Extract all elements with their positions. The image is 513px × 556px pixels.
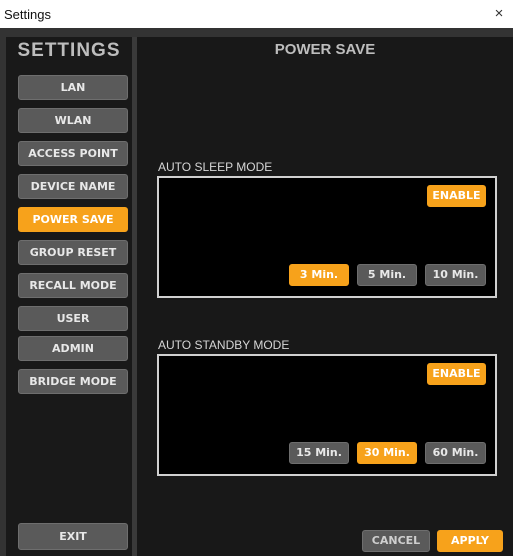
sidebar-item-lan[interactable]: LAN: [18, 75, 128, 100]
sidebar-item-group-reset[interactable]: GROUP RESET: [18, 240, 128, 265]
sidebar-item-wlan[interactable]: WLAN: [18, 108, 128, 133]
sidebar-item-power-save[interactable]: POWER SAVE: [18, 207, 128, 232]
sidebar-item-device-name[interactable]: DEVICE NAME: [18, 174, 128, 199]
page-title: POWER SAVE: [274, 41, 376, 58]
auto-sleep-10min-button[interactable]: 10 Min.: [425, 264, 486, 286]
window-titlebar: Settings ×: [0, 0, 513, 28]
sidebar-item-access-point[interactable]: ACCESS POINT: [18, 141, 128, 166]
auto-standby-60min-button[interactable]: 60 Min.: [425, 442, 486, 464]
close-icon[interactable]: ×: [491, 5, 507, 22]
cancel-button[interactable]: CANCEL: [362, 530, 430, 552]
auto-standby-15min-button[interactable]: 15 Min.: [289, 442, 349, 464]
auto-standby-enable-button[interactable]: ENABLE: [427, 363, 486, 385]
auto-standby-label: AUTO STANDBY MODE: [158, 338, 290, 352]
auto-sleep-enable-button[interactable]: ENABLE: [427, 185, 486, 207]
exit-button[interactable]: EXIT: [18, 523, 128, 550]
sidebar-item-user[interactable]: USER: [18, 306, 128, 331]
sidebar-item-admin[interactable]: ADMIN: [18, 336, 128, 361]
auto-standby-30min-button[interactable]: 30 Min.: [357, 442, 417, 464]
sidebar-title: SETTINGS: [17, 40, 121, 61]
sidebar-item-bridge-mode[interactable]: BRIDGE MODE: [18, 369, 128, 394]
auto-sleep-3min-button[interactable]: 3 Min.: [289, 264, 349, 286]
auto-sleep-label: AUTO SLEEP MODE: [158, 160, 273, 174]
window-title: Settings: [4, 7, 51, 22]
sidebar-item-recall-mode[interactable]: RECALL MODE: [18, 273, 128, 298]
auto-sleep-5min-button[interactable]: 5 Min.: [357, 264, 417, 286]
apply-button[interactable]: APPLY: [437, 530, 503, 552]
